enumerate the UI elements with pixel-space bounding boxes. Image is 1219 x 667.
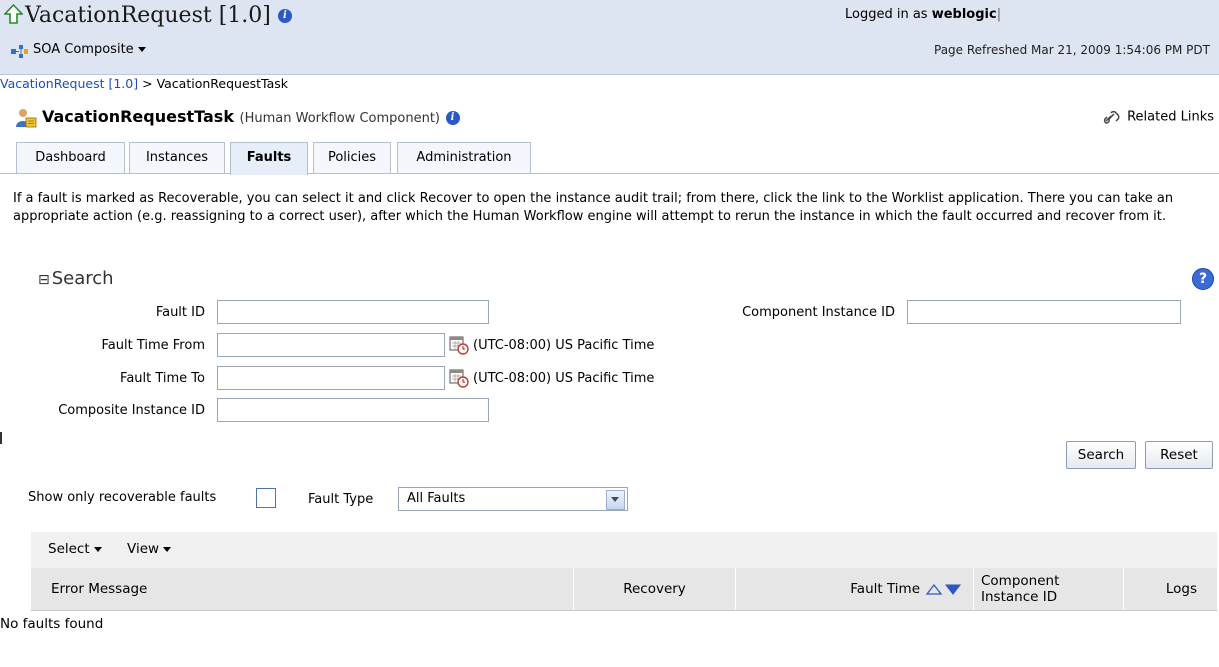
soa-composite-menu[interactable]: SOA Composite: [33, 42, 146, 57]
info-icon[interactable]: i: [445, 110, 460, 125]
search-button[interactable]: Search: [1066, 441, 1136, 469]
column-header-label: Recovery: [623, 581, 686, 597]
calendar-icon[interactable]: [449, 335, 469, 355]
composite-instance-id-input[interactable]: [217, 398, 489, 422]
column-component-instance-id[interactable]: Component Instance ID: [974, 568, 1124, 610]
column-header-label: Fault Time: [850, 581, 920, 597]
column-header-label: Logs: [1165, 581, 1197, 597]
tab-strip-border: [0, 173, 1219, 174]
sort-ascending-icon: [925, 583, 943, 595]
chevron-down-icon: [163, 546, 172, 552]
page-refreshed: Page Refreshed Mar 21, 2009 1:54:06 PM P…: [934, 43, 1210, 57]
tab-label: Policies: [327, 150, 377, 165]
recoverable-faults-checkbox[interactable]: [256, 488, 276, 508]
help-icon[interactable]: ?: [1192, 268, 1214, 290]
column-error-message[interactable]: Error Message: [31, 568, 574, 610]
component-title: VacationRequestTask (Human Workflow Comp…: [42, 107, 460, 126]
related-links-label: Related Links: [1127, 109, 1214, 125]
fault-id-label: Fault ID: [155, 305, 205, 320]
collapse-icon[interactable]: ⊟: [38, 272, 50, 288]
tab-dashboard[interactable]: Dashboard: [16, 142, 125, 173]
fault-time-from-input[interactable]: [217, 333, 445, 357]
splitter-handle[interactable]: [0, 432, 2, 444]
faults-description: If a fault is marked as Recoverable, you…: [13, 191, 1174, 224]
timezone-label: (UTC-08:00) US Pacific Time: [473, 338, 655, 353]
fault-type-value: All Faults: [407, 491, 466, 506]
page-refreshed-text: Page Refreshed Mar 21, 2009 1:54:06 PM P…: [934, 43, 1210, 57]
tab-label: Instances: [145, 150, 209, 165]
fault-time-from-label: Fault Time From: [101, 338, 206, 353]
column-fault-time[interactable]: Fault Time: [736, 568, 974, 610]
breadcrumb-root-link[interactable]: VacationRequest [1.0]: [0, 76, 138, 91]
select-menu-label: Select: [48, 541, 90, 557]
fault-type-select[interactable]: All Faults: [398, 487, 628, 511]
page-title-text: VacationRequest [1.0]: [25, 3, 271, 28]
empty-table-message: No faults found: [0, 616, 104, 632]
breadcrumb: VacationRequest [1.0] > VacationRequestT…: [0, 76, 288, 91]
search-heading: Search: [51, 268, 114, 289]
recoverable-faults-label: Show only recoverable faults: [28, 490, 217, 505]
soa-composite-icon: [11, 45, 28, 58]
component-type: (Human Workflow Component): [239, 111, 440, 126]
column-logs[interactable]: Logs: [1124, 568, 1217, 610]
chevron-down-icon: [93, 546, 102, 552]
column-header-label: Component: [981, 573, 1060, 589]
page-title: VacationRequest [1.0] i: [25, 3, 292, 28]
component-instance-id-input[interactable]: [907, 300, 1181, 324]
fault-time-to-label: Fault Time To: [120, 371, 205, 386]
tab-faults[interactable]: Faults: [230, 142, 308, 175]
tab-label: Faults: [246, 150, 292, 165]
up-arrow-icon[interactable]: [4, 4, 23, 24]
table-toolbar: Select View: [31, 532, 1217, 568]
column-recovery[interactable]: Recovery: [574, 568, 736, 610]
fault-type-label: Fault Type: [308, 492, 374, 507]
sort-descending-icon: [944, 584, 962, 595]
logged-in-prefix: Logged in as: [845, 7, 928, 22]
component-name: VacationRequestTask: [42, 107, 234, 126]
column-header-label: Instance ID: [981, 589, 1058, 605]
user-name: weblogic: [931, 7, 997, 22]
chain-link-icon: [1103, 110, 1120, 124]
view-menu-label: View: [127, 541, 160, 557]
composite-instance-id-label: Composite Instance ID: [58, 403, 205, 418]
chevron-down-icon: [137, 47, 146, 52]
fault-time-to-input[interactable]: [217, 366, 445, 390]
calendar-icon[interactable]: [449, 368, 469, 388]
timezone-label: (UTC-08:00) US Pacific Time: [473, 371, 655, 386]
select-menu[interactable]: Select: [48, 541, 102, 557]
tab-label: Dashboard: [35, 150, 106, 165]
login-status: Logged in as weblogic|: [845, 7, 1002, 22]
sort-icon[interactable]: [925, 582, 965, 596]
fault-id-input[interactable]: [217, 300, 489, 324]
tab-policies[interactable]: Policies: [313, 142, 391, 173]
tab-instances[interactable]: Instances: [129, 142, 225, 173]
soa-composite-label: SOA Composite: [33, 42, 134, 57]
column-header-label: Error Message: [51, 581, 148, 597]
related-links[interactable]: Related Links: [1103, 109, 1214, 125]
breadcrumb-separator: >: [142, 76, 153, 91]
human-workflow-icon: [16, 109, 37, 128]
view-menu[interactable]: View: [127, 541, 172, 557]
tab-administration[interactable]: Administration: [397, 142, 531, 173]
component-instance-id-label: Component Instance ID: [742, 305, 895, 320]
info-icon[interactable]: i: [277, 9, 292, 23]
breadcrumb-current: VacationRequestTask: [156, 76, 289, 91]
tab-label: Administration: [416, 150, 512, 165]
chevron-down-icon[interactable]: [606, 490, 625, 510]
reset-button[interactable]: Reset: [1145, 441, 1213, 469]
table-header-row: Error Message Recovery Fault Time Compon…: [31, 568, 1217, 611]
search-section-header[interactable]: ⊟ Search: [38, 268, 114, 289]
